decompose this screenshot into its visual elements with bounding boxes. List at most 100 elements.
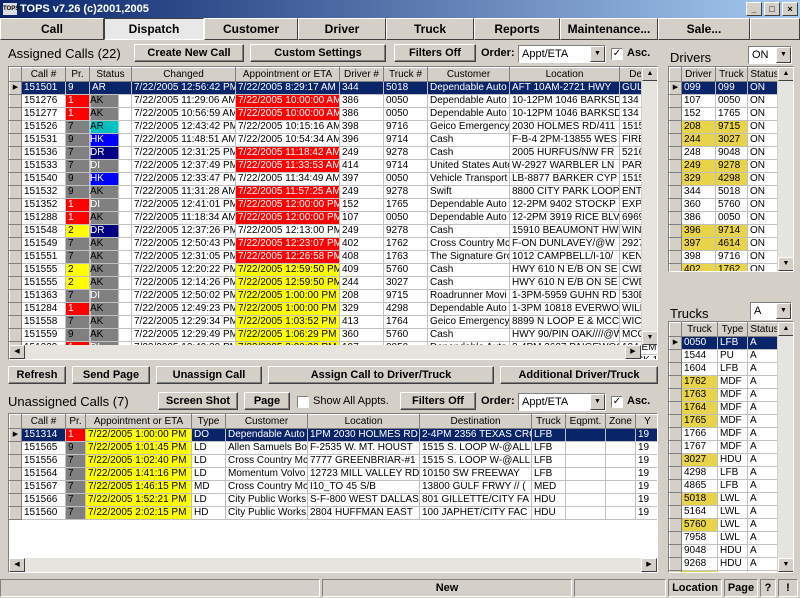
row-indicator[interactable] bbox=[9, 120, 22, 134]
truck-row[interactable]: 5164 LWL A bbox=[669, 505, 782, 519]
driver-row[interactable]: 107 0050 ON bbox=[669, 94, 782, 108]
unassigned-column-header[interactable]: Truck bbox=[531, 414, 566, 429]
row-indicator[interactable] bbox=[669, 133, 682, 147]
trucks-filter-select[interactable]: A ▼ bbox=[750, 302, 792, 320]
table-row[interactable]: 151533 7 DI 7/22/2005 12:37:49 PM 7/22/2005 … bbox=[9, 159, 657, 173]
row-indicator[interactable] bbox=[669, 198, 682, 212]
driver-row[interactable]: 344 5018 ON bbox=[669, 185, 782, 199]
row-indicator[interactable] bbox=[9, 237, 22, 251]
row-indicator[interactable] bbox=[9, 302, 22, 316]
row-indicator[interactable] bbox=[9, 454, 22, 468]
driver-row[interactable]: ▶ 099 099 ON bbox=[669, 81, 782, 95]
row-indicator[interactable] bbox=[9, 211, 22, 225]
table-row[interactable]: 151564 7 7/22/2005 1:41:16 PM LD Momentum Vo… bbox=[9, 467, 657, 481]
row-indicator[interactable] bbox=[669, 224, 682, 238]
truck-row[interactable]: 4865 LFB A bbox=[669, 479, 782, 493]
row-indicator[interactable] bbox=[9, 172, 22, 186]
truck-row[interactable]: 1767 MDF A bbox=[669, 440, 782, 454]
tab-sale[interactable]: Sale... bbox=[658, 18, 750, 40]
row-indicator[interactable] bbox=[9, 133, 22, 147]
unassigned-column-header[interactable]: Type bbox=[191, 414, 226, 429]
table-row[interactable]: 151532 9 AK 7/22/2005 11:31:28 AM 7/22/2005 … bbox=[9, 185, 657, 199]
truck-row[interactable]: 4298 LFB A bbox=[669, 466, 782, 480]
unassigned-column-header[interactable]: Pr. bbox=[65, 414, 86, 429]
row-indicator[interactable] bbox=[669, 185, 682, 199]
row-indicator[interactable] bbox=[669, 531, 682, 545]
row-indicator[interactable] bbox=[9, 185, 22, 199]
assigned-column-header[interactable]: Location bbox=[509, 67, 620, 82]
truck-row[interactable]: 1764 MDF A bbox=[669, 401, 782, 415]
unassigned-filters-button[interactable]: Filters Off bbox=[400, 392, 476, 410]
tab-truck[interactable]: Truck bbox=[386, 18, 474, 40]
close-button[interactable]: × bbox=[782, 2, 798, 16]
assigned-order-select[interactable]: Appt/ETA ▼ bbox=[518, 45, 606, 63]
assign-call-button[interactable]: Assign Call to Driver/Truck bbox=[268, 366, 494, 384]
row-indicator[interactable] bbox=[9, 263, 22, 277]
truck-row[interactable]: 3027 HDU A bbox=[669, 453, 782, 467]
unassigned-column-header[interactable]: Customer bbox=[225, 414, 308, 429]
unassigned-column-header[interactable]: Call # bbox=[21, 414, 66, 429]
driver-row[interactable]: 249 9278 ON bbox=[669, 159, 782, 173]
row-indicator[interactable] bbox=[669, 453, 682, 467]
table-row[interactable]: 151555 2 AK 7/22/2005 12:20:22 PM 7/22/2005 … bbox=[9, 263, 657, 277]
assigned-horizontal-scrollbar[interactable]: ◀ ▶ bbox=[9, 345, 641, 359]
maximize-button[interactable]: □ bbox=[764, 2, 780, 16]
trucks-column-header[interactable]: Truck bbox=[681, 322, 718, 337]
row-indicator[interactable] bbox=[669, 146, 682, 160]
unassigned-order-select[interactable]: Appt/ETA ▼ bbox=[518, 393, 606, 411]
row-indicator[interactable] bbox=[9, 289, 22, 303]
driver-row[interactable]: 244 3027 ON bbox=[669, 133, 782, 147]
table-row[interactable]: 151567 7 7/22/2005 1:46:15 PM MD Cross Count… bbox=[9, 480, 657, 494]
driver-row[interactable]: 386 0050 ON bbox=[669, 211, 782, 225]
table-row[interactable]: 151565 9 7/22/2005 1:01:45 PM LD Allen Samue… bbox=[9, 441, 657, 455]
table-row[interactable]: 151536 7 DR 7/22/2005 12:31:25 PM 7/22/2005 … bbox=[9, 146, 657, 160]
table-row[interactable]: 151558 7 AK 7/22/2005 12:29:34 PM 7/22/2005 … bbox=[9, 315, 657, 329]
row-indicator[interactable] bbox=[669, 94, 682, 108]
truck-row[interactable]: 9278HDUA bbox=[669, 570, 782, 572]
scroll-right-icon[interactable]: ▶ bbox=[641, 558, 657, 572]
row-indicator[interactable] bbox=[9, 315, 22, 329]
row-indicator[interactable] bbox=[669, 237, 682, 251]
assigned-filters-button[interactable]: Filters Off bbox=[394, 44, 476, 62]
assigned-column-header[interactable]: Changed bbox=[131, 67, 236, 82]
table-row[interactable]: 151555 2 AK 7/22/2005 12:14:26 PM 7/22/2005 … bbox=[9, 276, 657, 290]
truck-row[interactable]: 5018 LWL A bbox=[669, 492, 782, 506]
scroll-down-icon[interactable]: ▼ bbox=[642, 331, 657, 345]
row-indicator[interactable] bbox=[669, 544, 682, 558]
scroll-left-icon[interactable]: ◀ bbox=[9, 558, 25, 572]
trucks-column-header[interactable]: Type bbox=[717, 322, 748, 337]
location-button[interactable]: Location bbox=[668, 579, 722, 597]
row-indicator[interactable] bbox=[669, 362, 682, 376]
tab-call[interactable]: Call bbox=[0, 18, 104, 40]
drivers-column-header[interactable]: Driver bbox=[681, 67, 716, 82]
driver-row[interactable]: 248 9048 ON bbox=[669, 146, 782, 160]
unassigned-column-header[interactable]: Y bbox=[635, 414, 657, 429]
driver-row[interactable]: 397 4614 ON bbox=[669, 237, 782, 251]
table-row[interactable]: 151276 1 AK 7/22/2005 11:29:06 AM 7/22/2005 … bbox=[9, 94, 657, 108]
unassigned-column-header[interactable]: Zone bbox=[605, 414, 636, 429]
row-indicator[interactable] bbox=[9, 441, 22, 455]
drivers-filter-select[interactable]: ON ▼ bbox=[748, 46, 792, 64]
table-row[interactable]: 151540 9 HK 7/22/2005 12:33:47 PM 7/22/2005 … bbox=[9, 172, 657, 186]
tab-maintenance[interactable]: Maintenance... bbox=[560, 18, 658, 40]
create-new-call-button[interactable]: Create New Call bbox=[134, 44, 244, 62]
driver-row[interactable]: 360 5760 ON bbox=[669, 198, 782, 212]
row-indicator[interactable] bbox=[9, 198, 22, 212]
row-indicator[interactable] bbox=[669, 159, 682, 173]
page-button[interactable]: Page bbox=[244, 392, 290, 410]
table-row[interactable]: ▶ 151501 9 AR 7/22/2005 12:56:42 PM 7/22/2005… bbox=[9, 81, 657, 95]
table-row[interactable]: 151526 7 AR 7/22/2005 12:43:42 PM 7/22/2005 … bbox=[9, 120, 657, 134]
status-page-button[interactable]: Page bbox=[724, 579, 758, 597]
scroll-right-icon[interactable]: ▶ bbox=[625, 345, 641, 359]
row-indicator[interactable]: ▶ bbox=[9, 428, 22, 442]
row-indicator[interactable] bbox=[669, 388, 682, 402]
table-row[interactable]: 151556 7 7/22/2005 1:02:40 PM LD Cross Count… bbox=[9, 454, 657, 468]
assigned-column-header[interactable]: Pr. bbox=[65, 67, 90, 82]
row-indicator[interactable] bbox=[9, 493, 22, 507]
row-indicator[interactable] bbox=[9, 276, 22, 290]
assigned-vertical-scrollbar[interactable]: ▲ ▼ bbox=[641, 67, 657, 345]
row-indicator[interactable] bbox=[669, 479, 682, 493]
table-row[interactable]: 151566 7 7/22/2005 1:52:21 PM LD City Public… bbox=[9, 493, 657, 507]
show-all-appts-checkbox[interactable] bbox=[297, 396, 309, 408]
row-indicator[interactable] bbox=[9, 94, 22, 108]
